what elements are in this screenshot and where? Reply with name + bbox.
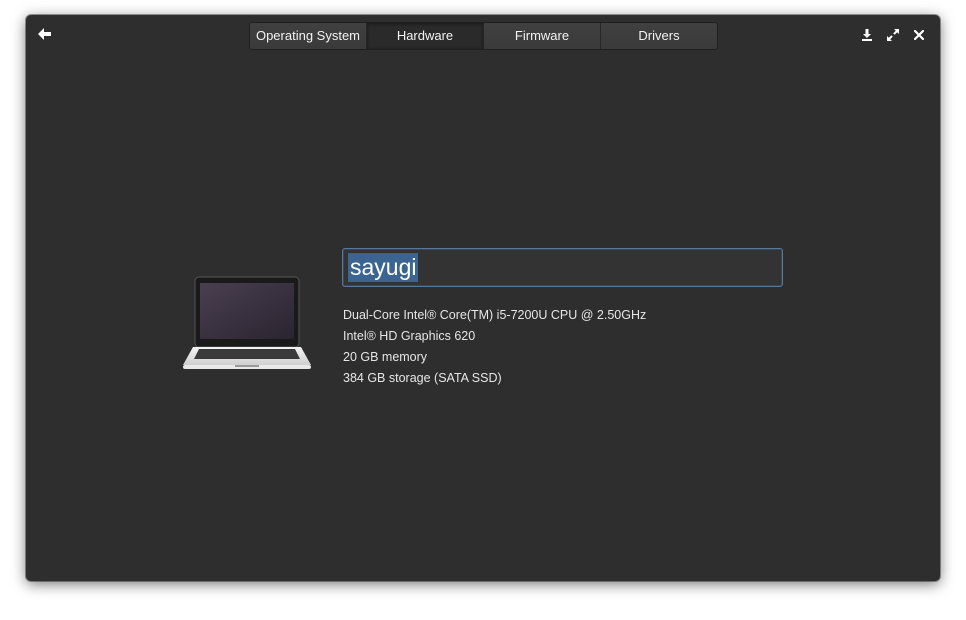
app-window: Operating System Hardware Firmware Drive… (26, 15, 940, 581)
download-button[interactable] (856, 24, 878, 46)
tab-firmware[interactable]: Firmware (484, 23, 601, 49)
close-button[interactable] (908, 24, 930, 46)
spec-storage: 384 GB storage (SATA SSD) (343, 371, 502, 385)
tab-hardware[interactable]: Hardware (367, 23, 484, 49)
view-tabs: Operating System Hardware Firmware Drive… (249, 22, 718, 50)
spec-graphics: Intel® HD Graphics 620 (343, 329, 476, 343)
maximize-icon (887, 29, 899, 41)
close-icon (914, 30, 924, 40)
back-button[interactable] (34, 23, 56, 45)
hardware-specs: Dual-Core Intel® Core(TM) i5-7200U CPU @… (343, 305, 646, 389)
spec-memory: 20 GB memory (343, 350, 428, 364)
arrow-left-icon (38, 28, 51, 40)
spec-cpu: Dual-Core Intel® Core(TM) i5-7200U CPU @… (343, 308, 647, 322)
hostname-value: sayugi (348, 253, 419, 282)
tab-drivers[interactable]: Drivers (601, 23, 717, 49)
hostname-input[interactable]: sayugi (342, 248, 783, 287)
tab-operating-system[interactable]: Operating System (250, 23, 367, 49)
laptop-icon (181, 275, 313, 380)
download-icon (862, 29, 872, 41)
maximize-button[interactable] (882, 24, 904, 46)
